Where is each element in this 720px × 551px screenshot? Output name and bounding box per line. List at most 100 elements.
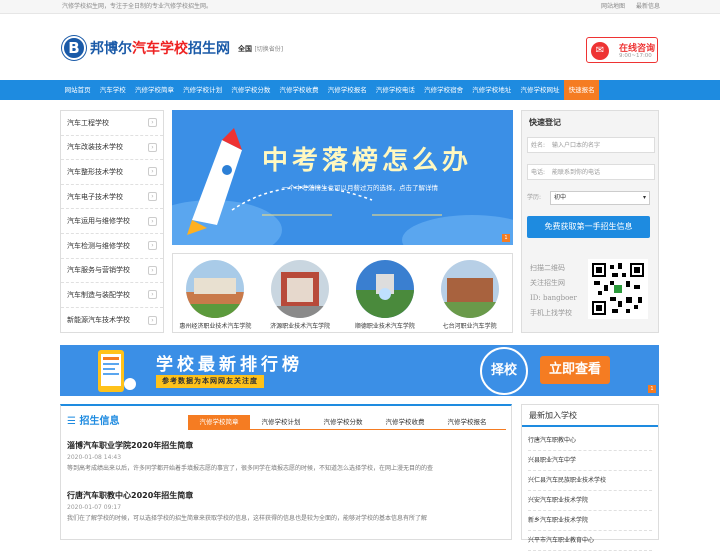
sidebar-item-label: 汽车运用与维修学校 — [67, 217, 130, 226]
tab-plan[interactable]: 汽修学校计划 — [250, 415, 312, 429]
article-excerpt: 我们在了解学校的时候，可以选择学校的招生简章来获取学校的信息，这样获得的信息也是… — [67, 515, 428, 522]
region-switch[interactable]: [切换省份] — [254, 46, 283, 53]
quick-register-panel: 快速登记 姓名: 输入户口本的名字 电话: 能联系到你的电话 学历: 初中 ▾ 免费获… — [521, 110, 659, 333]
edu-value: 初中 — [554, 194, 567, 201]
banner-index[interactable]: 1 — [502, 234, 510, 242]
list-item[interactable]: 兴仁县汽车民族职业技术学校 — [528, 471, 652, 491]
school-name: 七台河职业汽车学院 — [442, 323, 497, 330]
nav-item[interactable]: 汽修学校网址 — [516, 80, 564, 100]
region-selector[interactable]: 全国 [切换省份] — [238, 44, 283, 54]
chevron-right-icon: › — [148, 216, 157, 226]
nav-quick-signup[interactable]: 快速报名 — [564, 80, 600, 100]
list-icon: ☰ — [67, 416, 80, 427]
sidebar-item-label: 汽车检测与维修学校 — [67, 241, 130, 250]
list-item[interactable]: 兴安汽车职业技术学院 — [528, 491, 652, 511]
news-heading: ☰ 招生信息 — [67, 412, 119, 427]
school-card[interactable]: 顺德职业技术汽车学院 — [346, 260, 424, 332]
chevron-right-icon: › — [148, 290, 157, 300]
sidebar-item[interactable]: 汽车电子技术学校 › — [61, 185, 163, 210]
register-title: 快速登记 — [529, 118, 561, 127]
sitemap-link[interactable]: 网站地图 — [601, 3, 625, 10]
edu-label: 学历: — [527, 194, 542, 201]
chevron-right-icon: › — [148, 192, 157, 202]
ranking-subtitle: 参考数据为本网网友关注度 — [156, 375, 264, 388]
nav-item[interactable]: 汽修学校地址 — [468, 80, 516, 100]
sidebar-item-label: 汽车工程学校 — [67, 118, 109, 127]
choose-school-badge: 择校 — [480, 347, 528, 395]
qr-line: 扫描二维码 — [530, 264, 565, 272]
rocket-illustration — [172, 128, 513, 245]
latest-info-link[interactable]: 最新信息 — [636, 3, 660, 10]
tab-signup[interactable]: 汽修学校报名 — [436, 415, 498, 429]
qr-code-icon — [588, 259, 648, 319]
nav-item[interactable]: 汽修学校分数 — [227, 80, 275, 100]
nav-item[interactable]: 汽修学校报名 — [323, 80, 371, 100]
banner-title: 中考落榜怎么办 — [262, 146, 473, 176]
nav-item[interactable]: 汽修学校计划 — [179, 80, 227, 100]
chevron-down-icon: ▾ — [642, 194, 646, 201]
sidebar-item[interactable]: 汽车制造与装配学校 › — [61, 283, 163, 308]
school-name: 惠州经济职业技术汽车学院 — [179, 323, 252, 330]
sidebar-item-label: 汽车电子技术学校 — [67, 192, 123, 201]
nav-item[interactable]: 汽修学校宿舍 — [420, 80, 468, 100]
list-item[interactable]: 兴县职业汽车中学 — [528, 451, 652, 471]
nav-item[interactable]: 汽车学校 — [95, 80, 130, 100]
school-photo — [186, 260, 245, 318]
tab-brochure[interactable]: 汽修学校简章 — [188, 415, 250, 429]
article-title[interactable]: 淄博汽车职业学院2020年招生简章 — [67, 440, 507, 451]
tab-fee[interactable]: 汽修学校收费 — [374, 415, 436, 429]
ranking-banner[interactable]: 学校最新排行榜 参考数据为本网网友关注度 择校 立即查看 1 — [60, 345, 659, 396]
news-title: 招生信息 — [79, 416, 120, 427]
online-consult-button[interactable]: ✉ 在线咨询 9:00~17:00 — [586, 37, 658, 63]
qr-line: 关注招生网 — [530, 279, 565, 287]
list-item[interactable]: 新乡汽车职业技术学院 — [528, 511, 652, 531]
qr-line: 手机上找学校 — [530, 309, 572, 317]
nav-item[interactable]: 汽修学校收费 — [275, 80, 323, 100]
category-sidebar: 汽车工程学校 › 汽车改装技术学校 › 汽车整形技术学校 › 汽车电子技术学校 › 汽车… — [60, 110, 164, 333]
sidebar-item[interactable]: 汽车整形技术学校 › — [61, 160, 163, 185]
sidebar-item[interactable]: 新能源汽车技术学校 › — [61, 308, 163, 333]
banner-subtitle: 一个中考落榜生也可以月薪过万的选择，点击了解详情 — [282, 184, 438, 192]
school-card[interactable]: 济源职业技术汽车学院 — [261, 260, 339, 332]
ranking-title: 学校最新排行榜 — [156, 355, 303, 375]
article-title[interactable]: 行唐汽车职教中心2020年招生简章 — [67, 490, 507, 501]
sidebar-item[interactable]: 汽车运用与维修学校 › — [61, 209, 163, 234]
ranking-banner-index[interactable]: 1 — [648, 385, 656, 393]
top-bar: 汽修学校招生网，专注于全日制的专业汽修学校招生网。 网站地图 最新信息 — [0, 0, 720, 14]
phone-placeholder: 能联系到你的电话 — [552, 169, 601, 176]
sidebar-item-label: 汽车改装技术学校 — [67, 143, 123, 152]
news-article[interactable]: 行唐汽车职教中心2020年招生简章 2020-01-07 09:17 我们在了解… — [67, 490, 507, 522]
nav-item[interactable]: 汽修学校简章 — [130, 80, 178, 100]
main-nav: 网站首页 汽车学校 汽修学校简章 汽修学校计划 汽修学校分数 汽修学校收费 汽修… — [0, 80, 720, 100]
school-name: 顺德职业技术汽车学院 — [354, 323, 415, 330]
phone-field[interactable]: 电话: 能联系到你的电话 — [527, 164, 655, 180]
list-item[interactable]: 兴平市汽车职业教育中心 — [528, 531, 652, 551]
sidebar-item[interactable]: 汽车检测与维修学校 › — [61, 234, 163, 259]
name-field[interactable]: 姓名: 输入户口本的名字 — [527, 137, 655, 153]
list-item[interactable]: 行唐汽车职教中心 — [528, 431, 652, 451]
sidebar-item-label: 汽车服务与营销学校 — [67, 266, 130, 275]
nav-item[interactable]: 汽修学校电话 — [371, 80, 419, 100]
check-now-button[interactable]: 立即查看 — [540, 356, 610, 384]
phone-label: 电话: — [531, 169, 546, 176]
school-card[interactable]: 惠州经济职业技术汽车学院 — [176, 260, 254, 332]
site-slogan: 汽修学校招生网，专注于全日制的专业汽修学校招生网。 — [62, 3, 213, 10]
admission-news: ☰ 招生信息 汽修学校简章 汽修学校计划 汽修学校分数 汽修学校收费 汽修学校报… — [60, 404, 512, 540]
nav-item[interactable]: 网站首页 — [60, 80, 95, 100]
logo-text-3: 招生网 — [188, 41, 230, 57]
latest-title: 最新加入学校 — [522, 405, 658, 427]
qr-caption: 扫描二维码 关注招生网 ID: bangboer 手机上找学校 — [530, 261, 577, 321]
submit-button[interactable]: 免费获取第一手招生信息 — [527, 216, 650, 238]
chevron-right-icon: › — [148, 142, 157, 152]
article-excerpt: 等到高考成绩出来以后，许多同学都开始着手填报志愿的事宜了，很多同学在填报志愿的时… — [67, 465, 434, 472]
news-article[interactable]: 淄博汽车职业学院2020年招生简章 2020-01-08 14:43 等到高考成… — [67, 440, 507, 472]
school-card[interactable]: 七台河职业汽车学院 — [431, 260, 509, 332]
edu-select[interactable]: 初中 ▾ — [550, 191, 650, 205]
hero-banner[interactable]: 中考落榜怎么办 一个中考落榜生也可以月薪过万的选择，点击了解详情 1 — [172, 110, 513, 245]
sidebar-item[interactable]: 汽车改装技术学校 › — [61, 136, 163, 161]
tab-score[interactable]: 汽修学校分数 — [312, 415, 374, 429]
sidebar-item[interactable]: 汽车工程学校 › — [61, 111, 163, 136]
sidebar-item[interactable]: 汽车服务与营销学校 › — [61, 259, 163, 284]
logo-b-icon: B — [62, 36, 86, 60]
site-logo[interactable]: B 邦博尔 汽车学校 招生网 — [62, 36, 230, 60]
